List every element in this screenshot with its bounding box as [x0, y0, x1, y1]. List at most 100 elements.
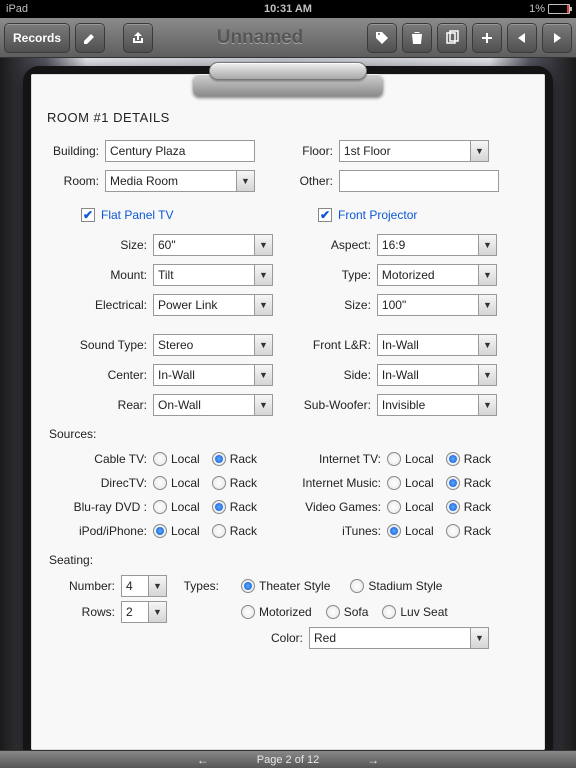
radio-r0-local[interactable] — [387, 452, 401, 466]
chevron-down-icon: ▼ — [254, 335, 272, 355]
select-room[interactable]: Media Room▼ — [105, 170, 255, 192]
clipboard: ROOM #1 DETAILS Building: Century Plaza … — [23, 66, 553, 758]
label-flat-panel: Flat Panel TV — [101, 208, 173, 222]
radio-label: Luv Seat — [400, 605, 447, 619]
radio-label: Local — [171, 452, 200, 466]
radio-l1-rack[interactable] — [212, 476, 226, 490]
radio-label: Rack — [230, 500, 257, 514]
radio-l1-local[interactable] — [153, 476, 167, 490]
select-fp-elec[interactable]: Power Link▼ — [153, 294, 273, 316]
radio-r3-rack[interactable] — [446, 524, 460, 538]
select-front-lr[interactable]: In-Wall▼ — [377, 334, 497, 356]
chevron-down-icon: ▼ — [478, 265, 496, 285]
plus-icon — [479, 30, 495, 46]
select-side[interactable]: In-Wall▼ — [377, 364, 497, 386]
radio-r0-rack[interactable] — [446, 452, 460, 466]
clipboard-clip — [193, 62, 383, 102]
label-seating: Seating: — [49, 553, 529, 567]
pager-prev[interactable]: ← — [197, 753, 209, 767]
trash-button[interactable] — [402, 23, 432, 53]
select-rear[interactable]: On-Wall▼ — [153, 394, 273, 416]
checkbox-flat-panel[interactable] — [81, 208, 95, 222]
radio-label: Sofa — [344, 605, 369, 619]
radio-r1-rack[interactable] — [446, 476, 460, 490]
source-row: DirecTV:LocalRackInternet Music:LocalRac… — [47, 471, 529, 495]
pencil-icon — [82, 30, 98, 46]
radio-seat-feature[interactable] — [326, 605, 340, 619]
radio-l2-local[interactable] — [153, 500, 167, 514]
label-room: Room: — [47, 174, 105, 188]
checkbox-front-projector[interactable] — [318, 208, 332, 222]
chevron-down-icon: ▼ — [470, 141, 488, 161]
radio-r3-local[interactable] — [387, 524, 401, 538]
label-sub: Sub-Woofer: — [291, 398, 377, 412]
select-fp-size[interactable]: 60"▼ — [153, 234, 273, 256]
select-seat-color[interactable]: Red▼ — [309, 627, 489, 649]
input-building[interactable]: Century Plaza — [105, 140, 255, 162]
source-label: iTunes: — [295, 524, 387, 538]
chevron-down-icon: ▼ — [470, 628, 488, 648]
copy-icon — [444, 30, 460, 46]
radio-r2-local[interactable] — [387, 500, 401, 514]
radio-l3-rack[interactable] — [212, 524, 226, 538]
radio-seat-feature[interactable] — [382, 605, 396, 619]
tag-icon — [374, 30, 390, 46]
triangle-left-icon — [514, 30, 530, 46]
chevron-down-icon: ▼ — [478, 365, 496, 385]
radio-l2-rack[interactable] — [212, 500, 226, 514]
radio-label: Local — [405, 524, 434, 538]
share-button[interactable] — [123, 23, 153, 53]
pager-next[interactable]: → — [367, 753, 379, 767]
radio-seat-type[interactable] — [241, 579, 255, 593]
radio-label: Rack — [464, 524, 491, 538]
radio-label: Local — [171, 500, 200, 514]
tag-button[interactable] — [367, 23, 397, 53]
label-fp-elec: Electrical: — [47, 298, 153, 312]
label-pj-size: Size: — [291, 298, 377, 312]
radio-label: Rack — [464, 476, 491, 490]
chevron-down-icon: ▼ — [148, 576, 166, 596]
prev-button[interactable] — [507, 23, 537, 53]
label-front-lr: Front L&R: — [291, 338, 377, 352]
radio-label: Local — [405, 500, 434, 514]
radio-label: Local — [405, 476, 434, 490]
source-row: Cable TV:LocalRackInternet TV:LocalRack — [47, 447, 529, 471]
document-title: Unnamed — [158, 27, 362, 49]
select-floor[interactable]: 1st Floor▼ — [339, 140, 489, 162]
select-center[interactable]: In-Wall▼ — [153, 364, 273, 386]
label-building: Building: — [47, 144, 105, 158]
select-seat-rows[interactable]: 2▼ — [121, 601, 167, 623]
radio-label: Rack — [464, 500, 491, 514]
add-button[interactable] — [472, 23, 502, 53]
radio-l0-local[interactable] — [153, 452, 167, 466]
radio-seat-feature[interactable] — [241, 605, 255, 619]
copy-button[interactable] — [437, 23, 467, 53]
radio-seat-type[interactable] — [350, 579, 364, 593]
radio-label: Local — [171, 524, 200, 538]
label-seat-types: Types: — [177, 579, 225, 593]
next-button[interactable] — [542, 23, 572, 53]
input-other[interactable] — [339, 170, 499, 192]
radio-l3-local[interactable] — [153, 524, 167, 538]
radio-r2-rack[interactable] — [446, 500, 460, 514]
status-bar: iPad 10:31 AM 1% — [0, 0, 576, 18]
radio-r1-local[interactable] — [387, 476, 401, 490]
radio-label: Theater Style — [259, 579, 330, 593]
chevron-down-icon: ▼ — [254, 295, 272, 315]
device-name: iPad — [6, 3, 28, 15]
select-pj-type[interactable]: Motorized▼ — [377, 264, 497, 286]
radio-label: Local — [171, 476, 200, 490]
select-seat-number[interactable]: 4▼ — [121, 575, 167, 597]
select-pj-aspect[interactable]: 16:9▼ — [377, 234, 497, 256]
select-sub[interactable]: Invisible▼ — [377, 394, 497, 416]
source-label: iPod/iPhone: — [47, 524, 153, 538]
select-sound-type[interactable]: Stereo▼ — [153, 334, 273, 356]
select-pj-size[interactable]: 100"▼ — [377, 294, 497, 316]
records-button[interactable]: Records — [4, 23, 70, 53]
chevron-down-icon: ▼ — [254, 235, 272, 255]
radio-l0-rack[interactable] — [212, 452, 226, 466]
select-fp-mount[interactable]: Tilt▼ — [153, 264, 273, 286]
edit-button[interactable] — [75, 23, 105, 53]
source-label: Internet TV: — [295, 452, 387, 466]
label-seat-rows: Rows: — [47, 605, 121, 619]
